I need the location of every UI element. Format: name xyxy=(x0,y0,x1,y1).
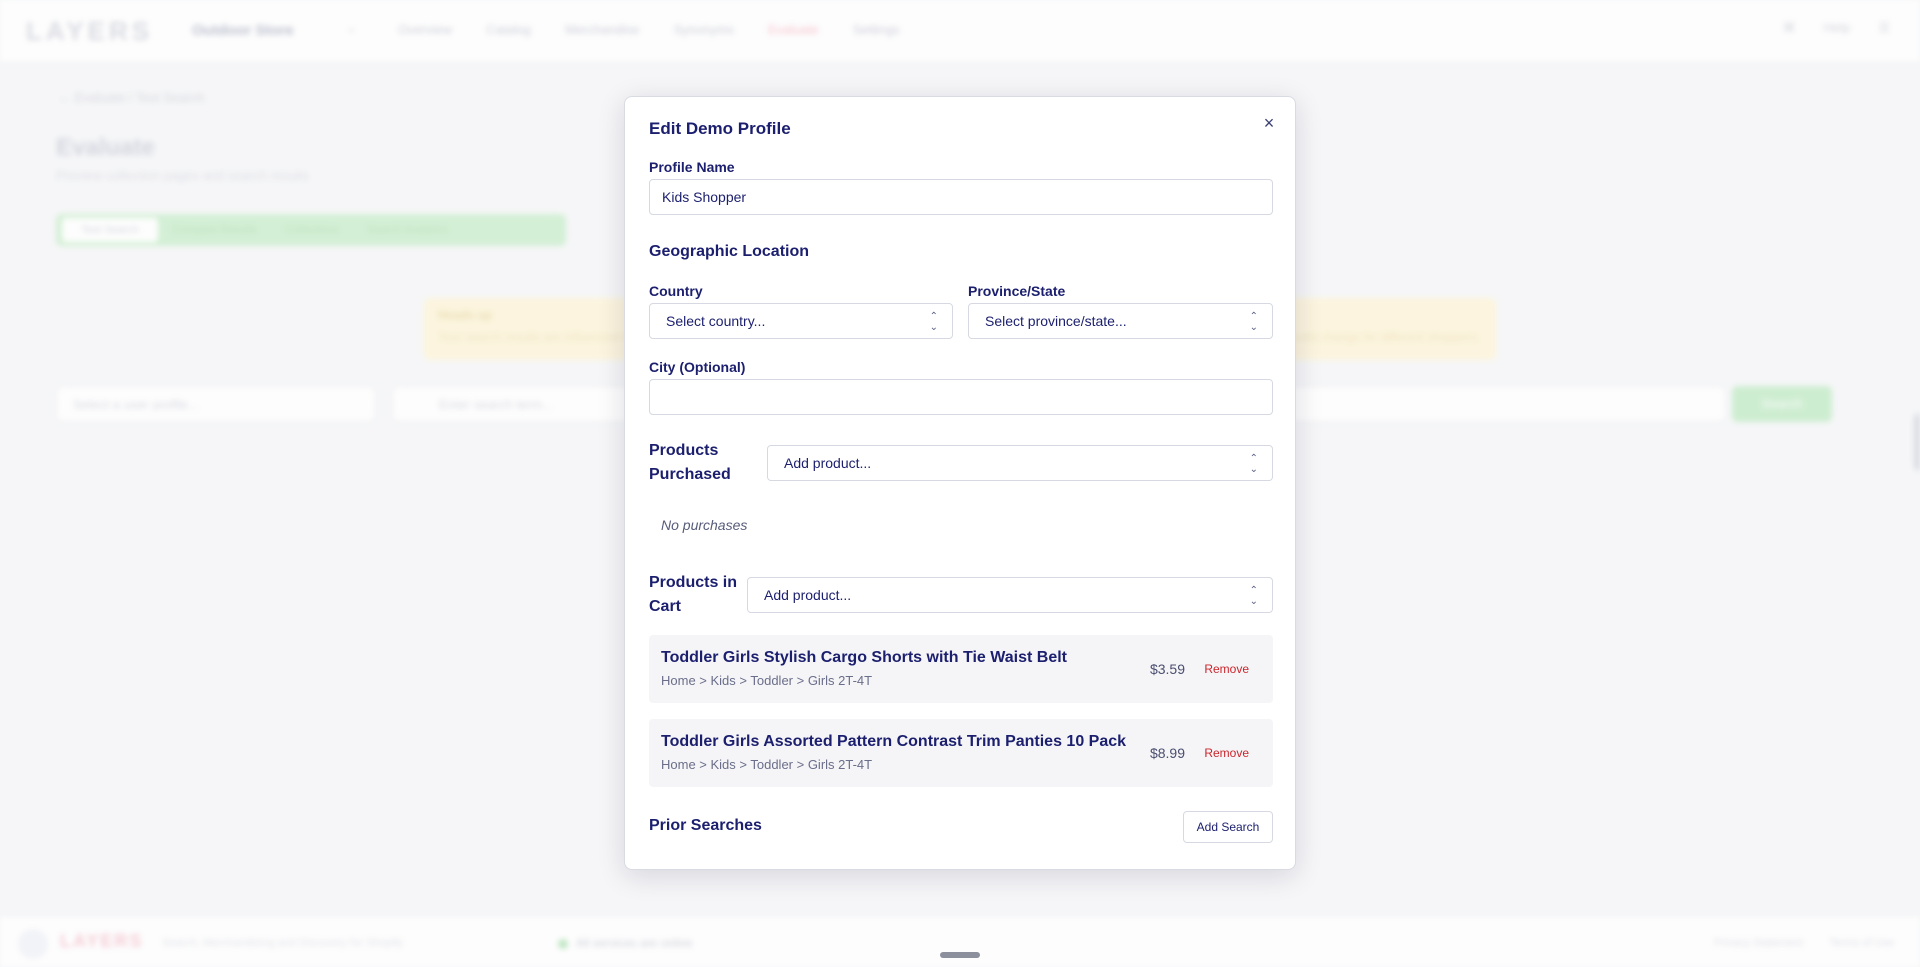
no-purchases-note: No purchases xyxy=(661,517,748,533)
add-search-button[interactable]: Add Search xyxy=(1183,811,1273,843)
cart-item: Toddler Girls Stylish Cargo Shorts with … xyxy=(649,635,1273,703)
products-in-cart-label: Products in Cart xyxy=(649,574,738,615)
chevron-up-down-icon: ⌃ ⌄ xyxy=(1249,311,1258,333)
province-state-label: Province/State xyxy=(968,283,1066,299)
remove-cart-item-button[interactable]: Remove xyxy=(1204,746,1249,760)
products-purchased-select-value: Add product... xyxy=(784,455,872,471)
products-in-cart-select-value: Add product... xyxy=(764,587,852,603)
geographic-location-heading: Geographic Location xyxy=(649,243,810,260)
province-state-select-value: Select province/state... xyxy=(985,313,1127,329)
profile-name-input[interactable] xyxy=(649,179,1273,215)
products-in-cart-select[interactable]: Add product... ⌃ ⌄ xyxy=(747,577,1273,613)
country-label: Country xyxy=(649,283,703,299)
drag-handle[interactable] xyxy=(940,952,980,958)
edit-demo-profile-dialog: Edit Demo Profile × Profile Name Geograp… xyxy=(624,96,1296,870)
country-select[interactable]: Select country... ⌃ ⌄ xyxy=(649,303,953,339)
city-input[interactable] xyxy=(649,379,1273,415)
prior-searches-heading: Prior Searches xyxy=(649,817,762,834)
province-state-select[interactable]: Select province/state... ⌃ ⌄ xyxy=(968,303,1273,339)
chevron-up-down-icon: ⌃ ⌄ xyxy=(929,311,938,333)
country-select-value: Select country... xyxy=(666,313,766,329)
products-purchased-label: Products Purchased xyxy=(649,442,731,483)
chevron-up-down-icon: ⌃ ⌄ xyxy=(1249,453,1258,475)
city-label: City (Optional) xyxy=(649,359,746,375)
remove-cart-item-button[interactable]: Remove xyxy=(1204,662,1249,676)
close-icon[interactable]: × xyxy=(1259,113,1279,133)
cart-item-price: $3.59 xyxy=(1149,661,1185,677)
profile-name-label: Profile Name xyxy=(649,159,735,175)
cart-item-category-path: Home > Kids > Toddler > Girls 2T-4T xyxy=(661,757,873,772)
cart-item: Toddler Girls Assorted Pattern Contrast … xyxy=(649,719,1273,787)
cart-item-category-path: Home > Kids > Toddler > Girls 2T-4T xyxy=(661,673,873,688)
cart-item-name: Toddler Girls Stylish Cargo Shorts with … xyxy=(661,649,1067,666)
cart-item-price: $8.99 xyxy=(1149,745,1185,761)
chevron-up-down-icon: ⌃ ⌄ xyxy=(1249,585,1258,607)
cart-item-name: Toddler Girls Assorted Pattern Contrast … xyxy=(661,733,1127,750)
dialog-title: Edit Demo Profile xyxy=(649,119,791,138)
products-purchased-select[interactable]: Add product... ⌃ ⌄ xyxy=(767,445,1273,481)
